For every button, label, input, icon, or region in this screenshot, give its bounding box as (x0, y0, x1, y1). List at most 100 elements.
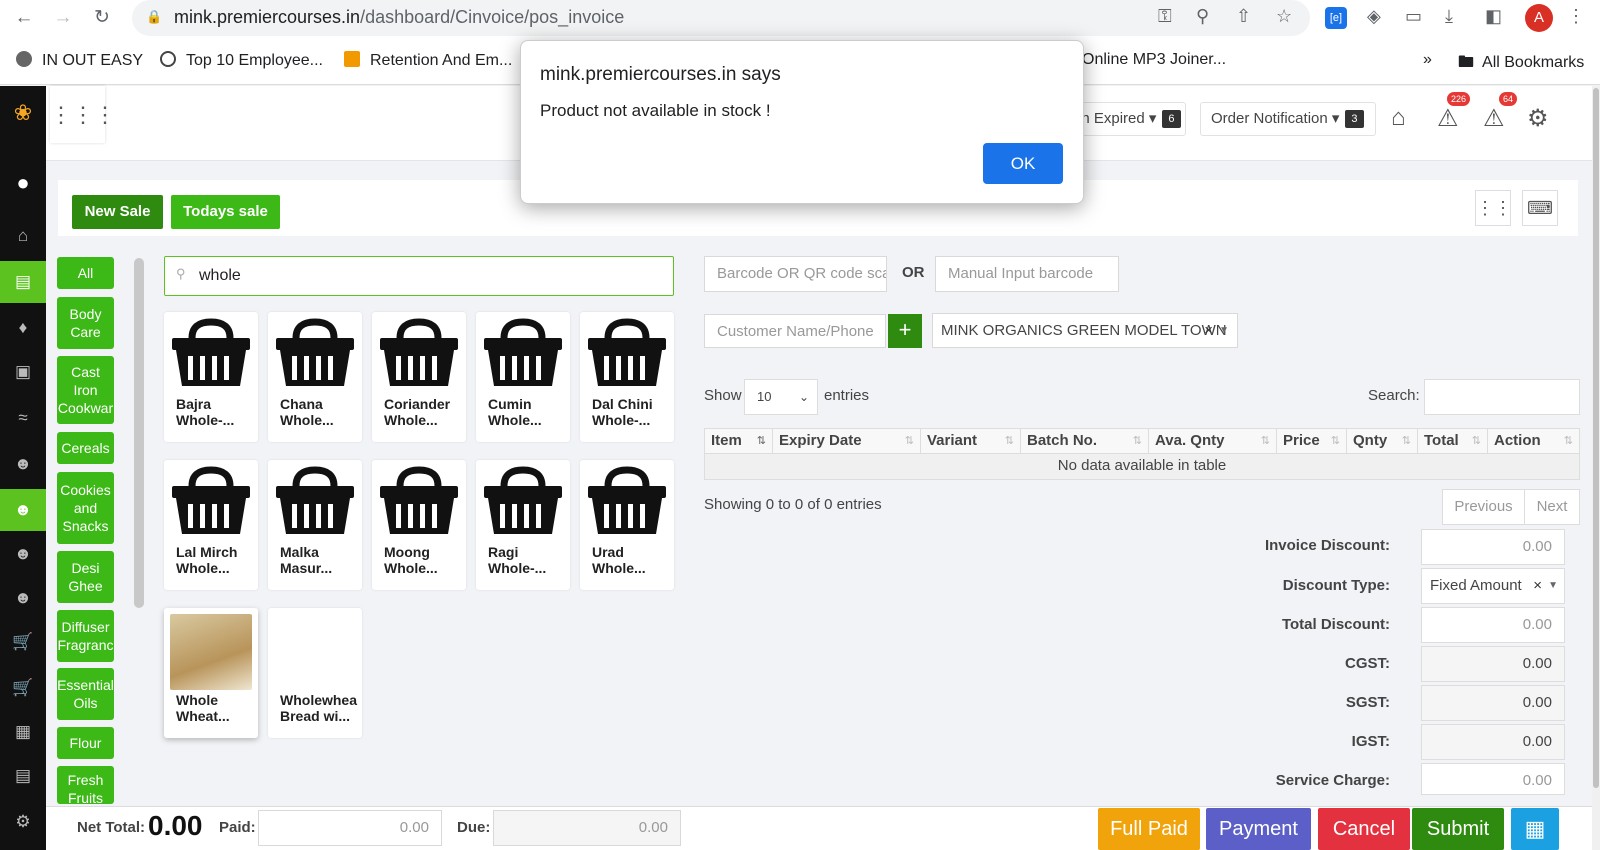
product-card[interactable]: Moong Whole... (372, 460, 466, 590)
product-card[interactable]: Cumin Whole... (476, 312, 570, 442)
barcode-input[interactable]: Barcode OR QR code sca (704, 256, 887, 292)
clear-icon[interactable]: × (1204, 314, 1213, 347)
supplier-icon[interactable]: ☻ (0, 588, 46, 608)
entries-select[interactable]: 10 ⌄ (744, 379, 818, 415)
warning-icon[interactable]: ⚠ (1437, 104, 1459, 133)
category-body-care[interactable]: Body Care (57, 297, 114, 349)
cart-alt-icon[interactable]: 🛒 (0, 678, 46, 698)
product-card[interactable]: Dal Chini Whole-... (580, 312, 674, 442)
side-panel-icon[interactable]: ◧ (1485, 6, 1502, 27)
bookmark-top-10[interactable]: Top 10 Employee... (160, 51, 323, 70)
tag-icon[interactable]: ♦ (0, 318, 46, 338)
col-price[interactable]: Price ⇅ (1277, 429, 1347, 453)
category-flour[interactable]: Flour (57, 727, 114, 759)
forward-icon[interactable]: → (51, 6, 75, 30)
back-icon[interactable]: ← (12, 6, 36, 30)
category-cookies-snacks[interactable]: Cookies and Snacks (57, 472, 114, 544)
full-paid-button[interactable]: Full Paid (1098, 808, 1200, 850)
store-select[interactable]: MINK ORGANICS GREEN MODEL TOWN × ▼ (932, 313, 1238, 348)
puzzle-icon[interactable]: ◈ (1367, 6, 1381, 27)
lock-icon[interactable]: 🔒 (146, 9, 162, 25)
product-search-input[interactable]: whole (164, 256, 674, 296)
new-sale-button[interactable]: New Sale (72, 195, 163, 229)
cancel-button[interactable]: Cancel (1318, 808, 1410, 850)
payment-button[interactable]: Payment (1206, 808, 1311, 850)
previous-button[interactable]: Previous (1443, 490, 1525, 524)
submit-button[interactable]: Submit (1412, 808, 1504, 850)
share-icon[interactable]: ⇧ (1236, 6, 1251, 27)
paid-input[interactable]: 0.00 (258, 810, 442, 846)
pos-icon[interactable]: ▤ (0, 261, 46, 303)
profile-avatar[interactable]: A (1525, 4, 1553, 32)
discount-type-select[interactable]: Fixed Amount × ▼ (1421, 568, 1565, 604)
col-total[interactable]: Total ⇅ (1418, 429, 1488, 453)
category-desi-ghee[interactable]: Desi Ghee (57, 551, 114, 603)
col-expiry[interactable]: Expiry Date ⇅ (773, 429, 921, 453)
col-action[interactable]: Action ⇅ (1488, 429, 1579, 453)
customer-icon[interactable]: ☻ (0, 489, 46, 531)
page-scrollbar-thumb[interactable] (1593, 88, 1599, 788)
download-icon[interactable]: ⤓ (1445, 6, 1453, 27)
grid-view-icon[interactable]: ⋮⋮ (1475, 190, 1512, 226)
key-icon[interactable]: ⚿ (1158, 6, 1172, 27)
logo-icon[interactable]: ❀ (0, 100, 46, 126)
home-icon[interactable]: ⌂ (1391, 104, 1406, 132)
col-qty[interactable]: Qnty ⇅ (1347, 429, 1418, 453)
todays-sale-button[interactable]: Todays sale (171, 195, 280, 229)
product-card[interactable]: Coriander Whole... (372, 312, 466, 442)
cast-icon[interactable]: ▭ (1405, 6, 1422, 27)
table-search-input[interactable] (1424, 379, 1580, 415)
category-all[interactable]: All (57, 257, 114, 289)
product-card[interactable]: Malka Masur... (268, 460, 362, 590)
add-customer-button[interactable]: + (888, 314, 922, 348)
bookmarks-overflow-icon[interactable]: » (1423, 51, 1432, 69)
product-card[interactable]: Wholewhea Bread wi... (268, 608, 362, 738)
calculator-icon[interactable]: ▦ (1511, 808, 1559, 850)
col-item[interactable]: Item ⇅ (705, 429, 773, 453)
bookmark-retention[interactable]: Retention And Em... (344, 51, 512, 70)
total-discount-input[interactable]: 0.00 (1421, 607, 1565, 643)
bookmark-star-icon[interactable]: ☆ (1276, 6, 1292, 27)
order-notification-dropdown[interactable]: Order Notification ▾ 3 (1200, 102, 1376, 136)
invoice-discount-input[interactable]: 0.00 (1421, 529, 1565, 565)
product-card[interactable]: Ragi Whole-... (476, 460, 570, 590)
cart-icon[interactable]: 🛒 (0, 632, 46, 652)
settings-icon[interactable]: ⚙ (0, 812, 46, 832)
col-variant[interactable]: Variant ⇅ (921, 429, 1021, 453)
alert-icon[interactable]: ⚠ (1483, 104, 1505, 133)
home-icon[interactable]: ⌂ (0, 226, 46, 246)
url-text[interactable]: mink.premiercourses.in/dashboard/Cinvoic… (174, 7, 624, 28)
category-essential-oils[interactable]: Essential Oils (57, 668, 114, 720)
menu-icon[interactable]: ⋮ (1567, 6, 1585, 27)
category-scrollbar[interactable] (134, 258, 144, 608)
record-icon[interactable]: ● (0, 170, 46, 196)
product-card[interactable]: Bajra Whole-... (164, 312, 258, 442)
service-charge-input[interactable]: 0.00 (1421, 763, 1565, 795)
category-fresh-fruits[interactable]: Fresh Fruits (57, 766, 114, 804)
report-icon[interactable]: ▤ (0, 766, 46, 786)
settings-gear-icon[interactable]: ⚙ (1527, 104, 1549, 133)
product-card[interactable]: Chana Whole... (268, 312, 362, 442)
reload-icon[interactable]: ↻ (90, 6, 114, 30)
clear-icon[interactable]: × (1533, 569, 1542, 603)
user-icon[interactable]: ☻ (0, 454, 46, 474)
handshake-icon[interactable]: ≈ (0, 408, 46, 428)
category-cereals[interactable]: Cereals (57, 432, 114, 464)
product-card[interactable]: Whole Wheat... (164, 608, 258, 738)
product-card[interactable]: Lal Mirch Whole... (164, 460, 258, 590)
customer-input[interactable]: Customer Name/Phone (704, 314, 886, 348)
staff-icon[interactable]: ☻ (0, 544, 46, 564)
next-button[interactable]: Next (1525, 490, 1579, 524)
apps-grid-icon[interactable]: ⋮⋮⋮ (50, 86, 116, 143)
all-bookmarks[interactable]: 🖿 All Bookmarks (1458, 51, 1584, 78)
extension-icon[interactable]: [e] (1325, 7, 1347, 29)
col-batch[interactable]: Batch No. ⇅ (1021, 429, 1149, 453)
category-diffuser[interactable]: Diffuser Fragranc (57, 610, 114, 662)
product-card[interactable]: Urad Whole... (580, 460, 674, 590)
zoom-icon[interactable]: ⚲ (1196, 6, 1209, 27)
manual-barcode-input[interactable]: Manual Input barcode (935, 256, 1119, 292)
dialog-ok-button[interactable]: OK (983, 143, 1063, 184)
box-icon[interactable]: ▣ (0, 362, 46, 382)
col-available-qty[interactable]: Ava. Qnty ⇅ (1149, 429, 1277, 453)
keyboard-icon[interactable]: ⌨ (1522, 190, 1558, 226)
